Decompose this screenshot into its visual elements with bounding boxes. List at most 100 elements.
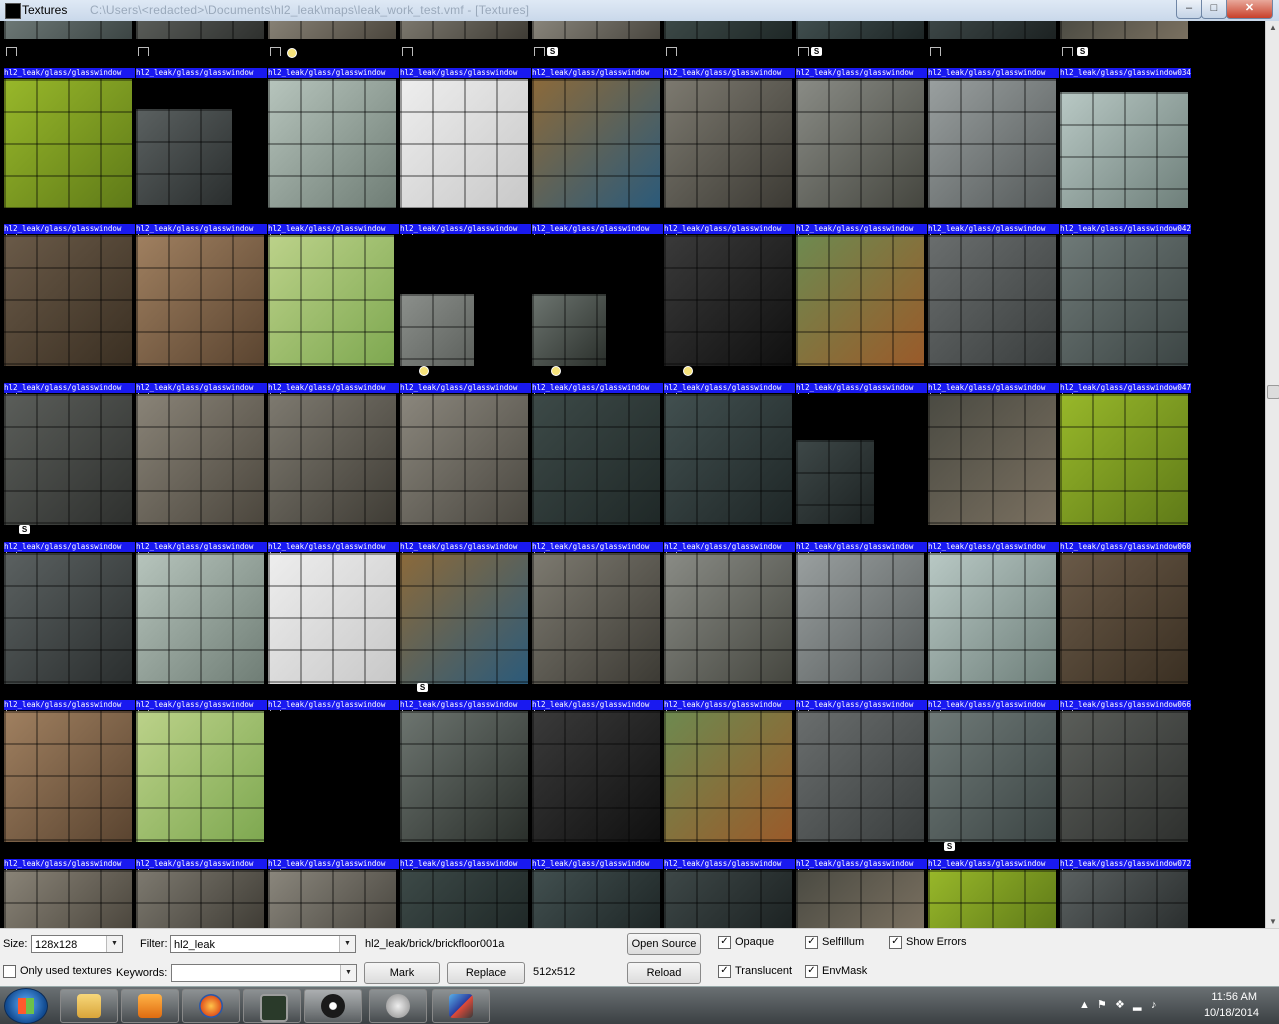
texture-thumbnail[interactable]: hl2_leak/glass/glasswindow: [796, 394, 927, 553]
texture-thumbnail[interactable]: hl2_leak/glass/glasswindow: [796, 711, 927, 870]
size-select[interactable]: 128x128 ▼: [31, 935, 123, 953]
texture-preview: [400, 711, 528, 842]
texture-thumbnail[interactable]: hl2_leak/glass/glasswindow: [796, 235, 927, 394]
texture-thumbnail[interactable]: hl2_leak/glass/glasswindow: [4, 711, 135, 870]
texture-thumbnail[interactable]: hl2_leak/glass/glasswindow: [532, 394, 663, 553]
hammer-editor-icon[interactable]: [432, 989, 490, 1023]
texture-thumbnail[interactable]: [268, 870, 399, 928]
translucent-checkbox[interactable]: ✓: [718, 965, 731, 978]
chevron-down-icon[interactable]: ▼: [106, 936, 122, 952]
texture-thumbnail[interactable]: hl2_leak/glass/glasswindow: [664, 553, 795, 712]
show-hidden-icons-icon[interactable]: ▲: [1079, 999, 1091, 1011]
texture-thumbnail[interactable]: hl2_leak/glass/glasswindow: [928, 553, 1059, 712]
texture-preview: [400, 21, 528, 39]
texture-preview: [1060, 92, 1188, 208]
close-button[interactable]: ✕: [1226, 0, 1273, 19]
firefox-icon[interactable]: [182, 989, 240, 1023]
texture-thumbnail[interactable]: hl2_leak/glass/glasswindow060a: [1060, 394, 1191, 553]
action-center-flag-icon[interactable]: ⚑: [1097, 999, 1109, 1011]
texture-thumbnail[interactable]: hl2_leak/glass/glasswindow: [664, 394, 795, 553]
texture-thumbnail[interactable]: hl2_leak/glass/glasswindow: [532, 711, 663, 870]
filter-input[interactable]: hl2_leak ▼: [170, 935, 356, 953]
texture-thumbnail[interactable]: hl2_leak/glass/glasswindow: [796, 79, 927, 238]
texture-thumbnail[interactable]: hl2_leak/glass/glasswindow: [4, 79, 135, 238]
envmask-checkbox[interactable]: ✓: [805, 965, 818, 978]
keywords-input[interactable]: ▼: [171, 964, 357, 982]
terminal-icon[interactable]: [243, 989, 301, 1023]
texture-thumbnail[interactable]: hl2_leak/glass/glasswindow: [136, 394, 267, 553]
selfillum-checkbox[interactable]: ✓: [805, 936, 818, 949]
clock-time[interactable]: 11:56 AM: [1211, 991, 1257, 1003]
texture-thumbnail[interactable]: hl2_leak/glass/glasswindow: [268, 235, 399, 394]
texture-thumbnail[interactable]: hl2_leak/glass/glasswindow: [664, 79, 795, 238]
envmask-label: EnvMask: [822, 965, 868, 977]
texture-thumbnail[interactable]: hl2_leak/glass/glasswindow072b: [1060, 711, 1191, 870]
texture-caption: hl2_leak/glass/glasswindow: [928, 68, 1059, 78]
show-errors-checkbox[interactable]: ✓: [889, 936, 902, 949]
scroll-down-icon[interactable]: ▼: [1269, 917, 1277, 926]
texture-thumbnail[interactable]: hl2_leak/glass/glasswindow: [268, 394, 399, 553]
texture-thumbnail[interactable]: [796, 870, 927, 928]
steam-icon[interactable]: [304, 989, 362, 1023]
texture-thumbnail[interactable]: [400, 870, 531, 928]
texture-thumbnail[interactable]: hl2_leak/glass/glasswindow: [136, 711, 267, 870]
clock-date[interactable]: 10/18/2014: [1204, 1007, 1259, 1019]
mark-button[interactable]: Mark: [364, 962, 440, 984]
texture-caption: hl2_leak/glass/glasswindow: [136, 859, 267, 869]
texture-thumbnail[interactable]: hl2_leak/glass/glasswindow: [532, 553, 663, 712]
texture-thumbnail[interactable]: [664, 870, 795, 928]
system-tray: ▲ ⚑ ❖ ▂ ♪ 11:56 AM 10/18/2014: [1059, 987, 1279, 1024]
texture-thumbnail[interactable]: [1060, 870, 1191, 928]
texture-thumbnail[interactable]: hl2_leak/glass/glasswindow: [136, 553, 267, 712]
dropbox-icon[interactable]: ❖: [1115, 999, 1127, 1011]
texture-thumbnail[interactable]: hl2_leak/glass/glasswindow: [928, 394, 1059, 553]
opaque-checkbox[interactable]: ✓: [718, 936, 731, 949]
texture-thumbnail[interactable]: hl2_leak/glass/glasswindow: [4, 553, 135, 712]
speaker-icon[interactable]: [369, 989, 427, 1023]
texture-thumbnail[interactable]: hl2_leak/glass/glasswindow: [532, 79, 663, 238]
texture-caption: hl2_leak/glass/glasswindow060a: [1060, 542, 1191, 552]
scroll-up-icon[interactable]: ▲: [1269, 23, 1277, 32]
texture-thumbnail[interactable]: hl2_leak/glass/glasswindow: [928, 79, 1059, 238]
texture-thumbnail[interactable]: hl2_leak/glass/glasswindow042a: [1060, 79, 1191, 238]
chevron-down-icon[interactable]: ▼: [339, 936, 355, 952]
texture-grid[interactable]: hl2_leak/glass/glasswindow hl2_leak/glass…: [0, 21, 1265, 928]
texture-preview: [664, 79, 792, 208]
texture-preview: [532, 711, 660, 842]
reload-button[interactable]: Reload: [627, 962, 701, 984]
vertical-scrollbar[interactable]: ▲ ▼: [1265, 21, 1279, 928]
texture-thumbnail[interactable]: hl2_leak/glass/glasswindow: [928, 235, 1059, 394]
file-explorer-icon[interactable]: [60, 989, 118, 1023]
texture-thumbnail[interactable]: hl2_leak/glass/glasswindow: [400, 394, 531, 553]
texture-thumbnail[interactable]: [136, 870, 267, 928]
texture-thumbnail[interactable]: hl2_leak/glass/glasswindow: [136, 235, 267, 394]
media-player-icon[interactable]: [121, 989, 179, 1023]
texture-thumbnail[interactable]: [532, 870, 663, 928]
texture-thumbnail[interactable]: hl2_leak/glass/glasswindow066f: [1060, 553, 1191, 712]
volume-icon[interactable]: ♪: [1151, 999, 1163, 1011]
texture-thumbnail[interactable]: hl2_leak/glass/glasswindow: [4, 235, 135, 394]
texture-thumbnail[interactable]: hl2_leak/glass/glasswindow: [268, 79, 399, 238]
maximize-button[interactable]: □: [1201, 0, 1227, 19]
texture-thumbnail[interactable]: hl2_leak/glass/glasswindow047b: [1060, 235, 1191, 394]
texture-thumbnail[interactable]: hl2_leak/glass/glasswindow: [268, 553, 399, 712]
start-button[interactable]: [4, 988, 48, 1024]
texture-thumbnail[interactable]: hl2_leak/glass/glasswindow: [268, 711, 399, 870]
texture-preview: [268, 394, 396, 525]
texture-thumbnail[interactable]: [4, 870, 135, 928]
texture-thumbnail[interactable]: hl2_leak/glass/glasswindow: [400, 711, 531, 870]
texture-thumbnail[interactable]: hl2_leak/glass/glasswindow: [136, 79, 267, 238]
open-source-button[interactable]: Open Source: [627, 933, 701, 955]
replace-button[interactable]: Replace: [447, 962, 525, 984]
network-signal-icon[interactable]: ▂: [1133, 999, 1145, 1011]
texture-thumbnail[interactable]: [928, 870, 1059, 928]
minimize-button[interactable]: –: [1176, 0, 1202, 19]
only-used-checkbox[interactable]: [3, 965, 16, 978]
texture-thumbnail[interactable]: hl2_leak/glass/glasswindow: [400, 79, 531, 238]
texture-caption: hl2_leak/glass/glasswindow: [400, 700, 531, 710]
chevron-down-icon[interactable]: ▼: [340, 965, 356, 981]
scroll-thumb[interactable]: [1267, 385, 1279, 399]
windows-logo-icon: [18, 998, 34, 1014]
texture-thumbnail[interactable]: hl2_leak/glass/glasswindow: [796, 553, 927, 712]
texture-thumbnail[interactable]: hl2_leak/glass/glasswindow: [664, 711, 795, 870]
